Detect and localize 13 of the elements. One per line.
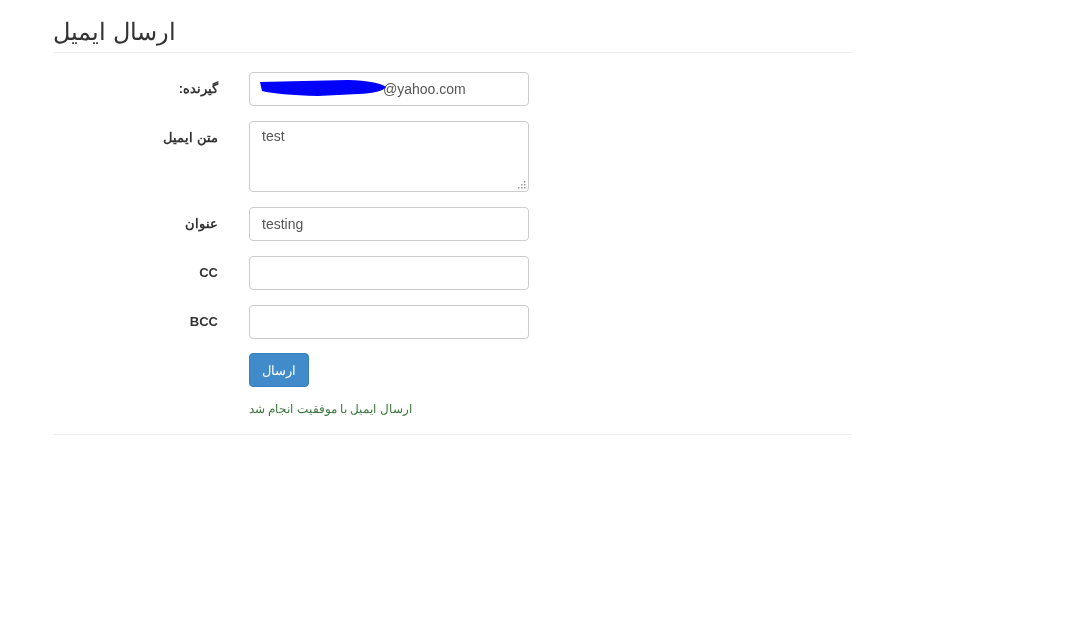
field-label: متن ایمیل	[162, 129, 218, 145]
field-label: :گیرنده	[177, 80, 218, 96]
field-label: BCC	[188, 313, 218, 329]
text-area[interactable]: test	[249, 121, 529, 192]
resize-grip-icon[interactable]	[518, 181, 526, 189]
input-field[interactable]	[249, 256, 529, 290]
input-field[interactable]	[249, 305, 529, 339]
field-label: عنوان	[184, 215, 218, 231]
page-title: ارسال ایمیل	[53, 17, 177, 48]
field-label: CC	[198, 264, 218, 280]
send-button[interactable]: ارسال	[249, 353, 309, 387]
success-message: ارسال ایمیل با موفقیت انجام شد	[249, 402, 412, 416]
input-field[interactable]: testing	[249, 207, 529, 241]
